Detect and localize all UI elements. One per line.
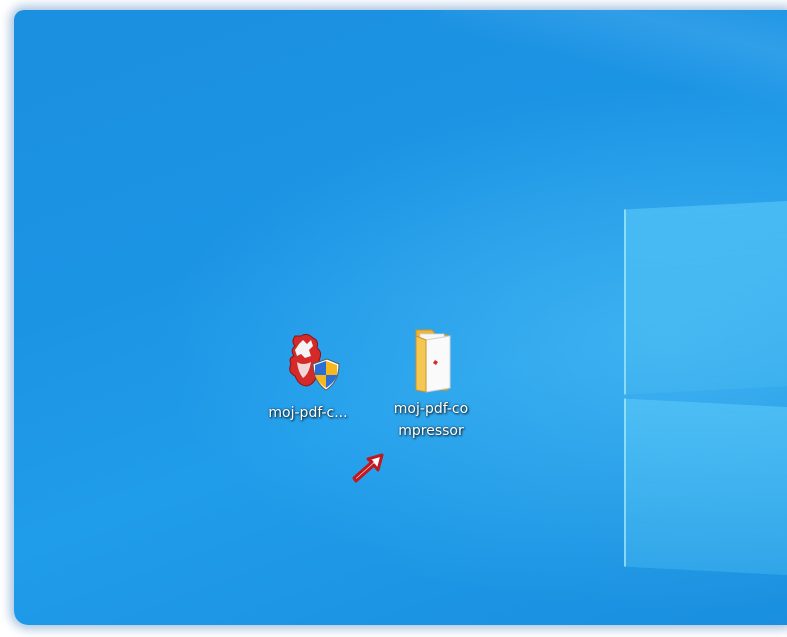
- pointer-arrow-icon: [350, 451, 390, 487]
- desktop-icon-installer[interactable]: moj-pdf-c...: [260, 330, 356, 424]
- desktop-icon-label: moj-pdf-c...: [268, 405, 348, 421]
- desktop-icon-folder[interactable]: moj-pdf-co mpressor: [383, 326, 479, 442]
- installer-shield-icon: [273, 330, 343, 396]
- windows-logo-pane-bottom: [624, 398, 787, 576]
- windows-logo-pane-top: [624, 200, 787, 395]
- desktop-icon-label: moj-pdf-co mpressor: [393, 401, 469, 439]
- desktop-screenshot: [14, 10, 787, 625]
- folder-icon: [396, 326, 466, 393]
